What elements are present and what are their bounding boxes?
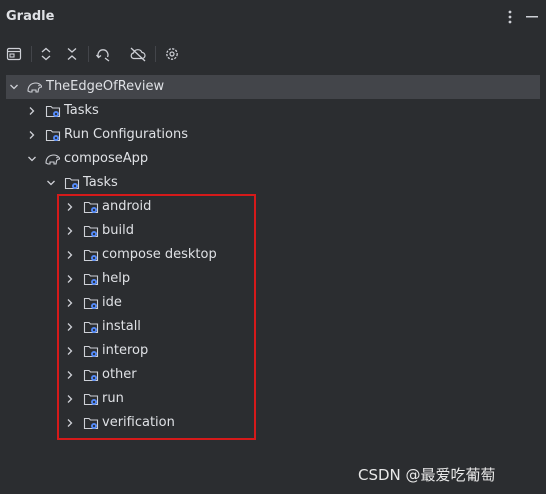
gradle-tool-window-header: Gradle — [0, 0, 546, 36]
collapse-all-icon — [64, 46, 80, 62]
minimize-icon — [526, 16, 538, 18]
chevron-right-icon[interactable] — [26, 105, 38, 117]
reload-icon — [95, 46, 111, 62]
gradle-elephant-icon — [26, 79, 42, 95]
tree-node-module-tasks[interactable]: Tasks — [0, 171, 546, 195]
tree-node-project-root[interactable]: TheEdgeOfReview — [6, 75, 540, 99]
tree-node-label: composeApp — [64, 151, 149, 166]
watermark: CSDN @最爱吃葡萄 — [358, 466, 496, 484]
folder-gear-icon — [64, 175, 80, 191]
expand-all-button[interactable] — [34, 42, 58, 66]
tree-node-composeapp[interactable]: composeApp — [0, 147, 546, 171]
tree-node-label: TheEdgeOfReview — [46, 79, 165, 94]
tree-node-tasks[interactable]: Tasks — [0, 99, 546, 123]
toolbar-separator — [88, 46, 89, 62]
tree-node-label: Tasks — [64, 103, 99, 118]
chevron-right-icon[interactable] — [26, 129, 38, 141]
execute-task-button[interactable] — [2, 42, 26, 66]
collapse-all-button[interactable] — [60, 42, 84, 66]
chevron-down-icon[interactable] — [8, 81, 20, 93]
offline-mode-button[interactable] — [126, 42, 150, 66]
toolbar-separator — [155, 46, 156, 62]
toolbar-separator — [31, 46, 32, 62]
highlight-annotation-box — [57, 194, 256, 440]
expand-all-icon — [38, 46, 54, 62]
folder-gear-icon — [45, 127, 61, 143]
terminal-icon — [6, 46, 22, 62]
chevron-down-icon[interactable] — [45, 177, 57, 189]
tree-node-label: Run Configurations — [64, 127, 188, 142]
hide-panel-button[interactable] — [521, 6, 543, 28]
tree-node-run-configurations[interactable]: Run Configurations — [0, 123, 546, 147]
options-menu-button[interactable] — [499, 6, 521, 28]
offline-cloud-icon — [129, 46, 147, 62]
gear-icon — [164, 46, 180, 62]
reload-button[interactable] — [91, 42, 115, 66]
chevron-down-icon[interactable] — [26, 153, 38, 165]
gradle-elephant-icon — [44, 151, 60, 167]
gradle-toolbar — [0, 38, 546, 70]
tree-node-label: Tasks — [83, 175, 118, 190]
settings-button[interactable] — [160, 42, 184, 66]
vertical-ellipsis-icon — [508, 10, 512, 24]
panel-title: Gradle — [6, 9, 55, 24]
folder-gear-icon — [45, 103, 61, 119]
